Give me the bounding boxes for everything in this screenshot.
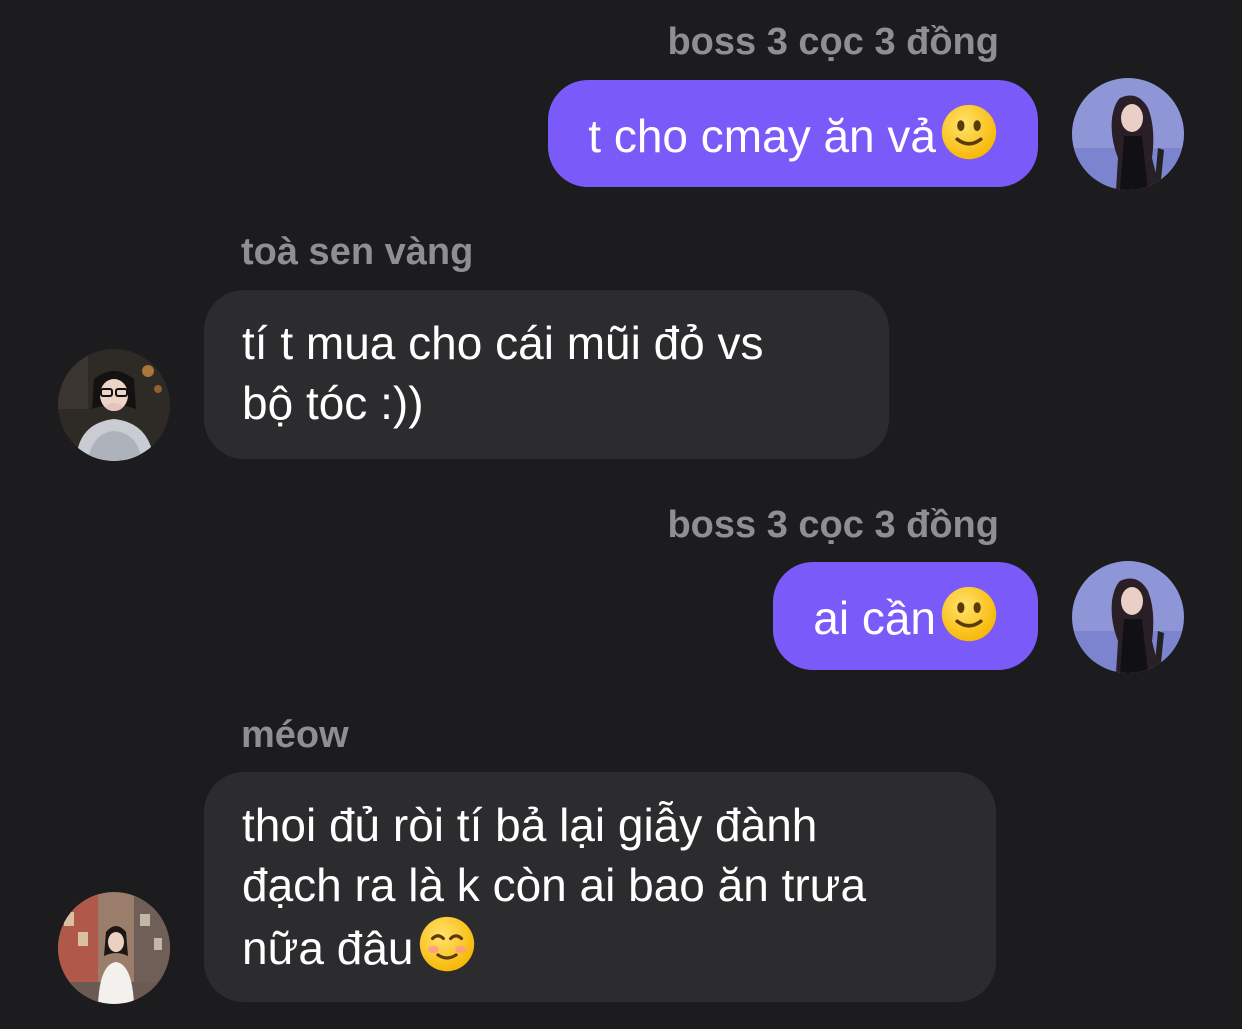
sender-name: boss 3 cọc 3 đồng xyxy=(667,504,999,546)
message-bubble-incoming[interactable]: tí t mua cho cái mũi đỏ vs bộ tóc :)) xyxy=(204,290,889,459)
avatar-boss[interactable] xyxy=(1072,78,1184,190)
message-bubble-incoming[interactable]: thoi đủ ròi tí bả lại giẫy đành đạch ra … xyxy=(204,772,996,1002)
profile-photo-icon xyxy=(58,349,170,461)
message-text-line: thoi đủ ròi tí bả lại giẫy đành xyxy=(242,799,818,851)
message-bubble-outgoing[interactable]: ai cần xyxy=(773,562,1038,670)
message-text: ai cần xyxy=(813,585,998,648)
message-text-line: đạch ra là k còn ai bao ăn trưa xyxy=(242,859,867,911)
message-text-line: tí t mua cho cái mũi đỏ vs xyxy=(242,317,764,369)
profile-photo-icon xyxy=(1072,78,1184,190)
message-text: t cho cmay ăn vả xyxy=(588,103,998,166)
smiling-face-icon xyxy=(419,916,474,972)
avatar-boss[interactable] xyxy=(1072,561,1184,673)
sender-name: boss 3 cọc 3 đồng xyxy=(667,21,999,63)
profile-photo-icon xyxy=(58,892,170,1004)
message-bubble-outgoing[interactable]: t cho cmay ăn vả xyxy=(548,80,1038,187)
message-text-line: bộ tóc :)) xyxy=(242,377,424,429)
avatar-meow[interactable] xyxy=(58,892,170,1004)
sender-name: toà sen vàng xyxy=(241,231,474,273)
slightly-smiling-face-icon xyxy=(941,104,997,160)
sender-name: méow xyxy=(241,714,349,756)
profile-photo-icon xyxy=(1072,561,1184,673)
message-text-line: nữa đâu xyxy=(242,915,958,978)
slightly-smiling-face-icon xyxy=(941,586,997,642)
avatar-toa-sen-vang[interactable] xyxy=(58,349,170,461)
